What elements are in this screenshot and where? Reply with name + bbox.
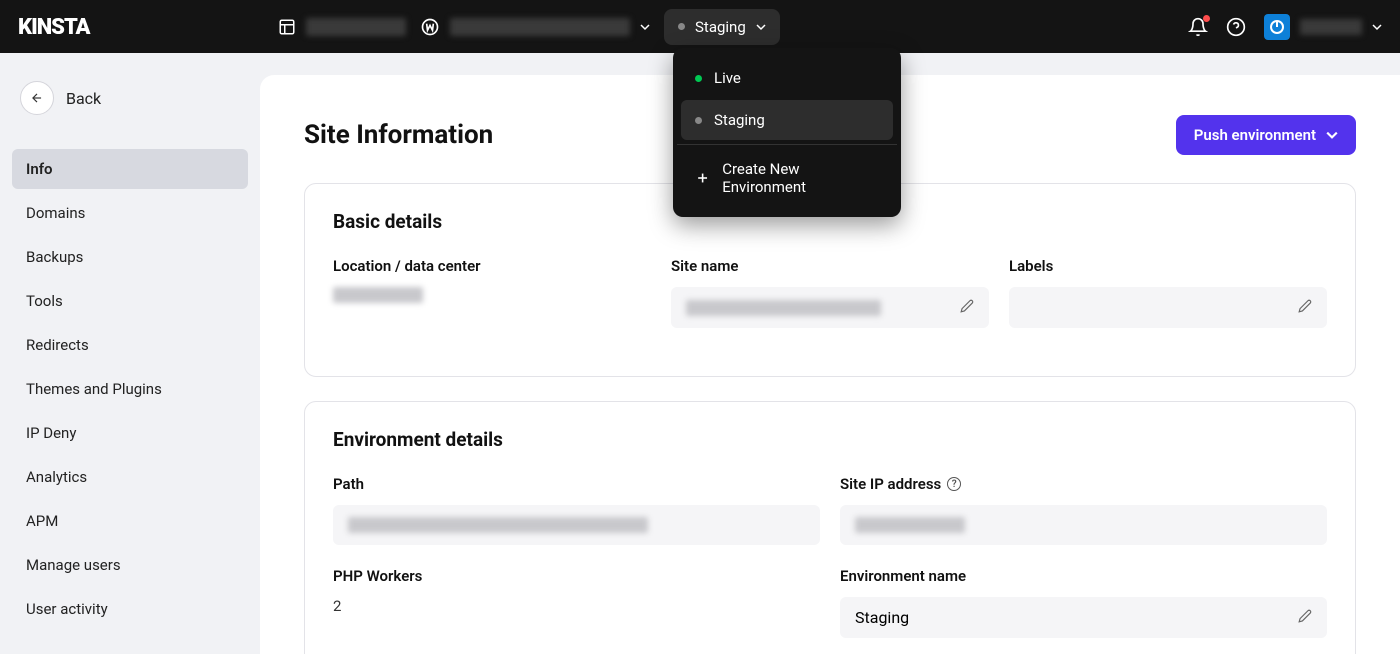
- environment-dropdown: Live Staging Create New Environment: [673, 48, 901, 217]
- env-option-create[interactable]: Create New Environment: [681, 149, 893, 207]
- notifications-icon[interactable]: [1188, 17, 1208, 37]
- arrow-left-icon: [30, 91, 44, 105]
- chevron-down-icon: [756, 22, 766, 32]
- push-environment-button[interactable]: Push environment: [1176, 115, 1356, 155]
- path-value-blur: [348, 517, 648, 533]
- envname-input[interactable]: Staging: [840, 597, 1327, 638]
- plus-icon: [695, 170, 710, 186]
- labels-input[interactable]: [1009, 287, 1327, 328]
- field-ip: Site IP address ?: [840, 475, 1327, 545]
- field-label: Site IP address ?: [840, 475, 1327, 493]
- field-label: Environment name: [840, 567, 1327, 585]
- env-option-label: Live: [714, 69, 741, 87]
- env-selector-label: Staging: [695, 18, 746, 36]
- sidebar-item-redirects[interactable]: Redirects: [12, 325, 248, 365]
- info-icon[interactable]: ?: [947, 477, 961, 491]
- field-sitename: Site name: [671, 257, 989, 328]
- field-label: Labels: [1009, 257, 1327, 275]
- chevron-down-icon: [1372, 22, 1382, 32]
- env-option-label: Staging: [714, 111, 765, 129]
- field-location: Location / data center: [333, 257, 651, 328]
- sidebar-item-tools[interactable]: Tools: [12, 281, 248, 321]
- kinsta-logo[interactable]: KINSTA: [18, 16, 108, 38]
- sidebar-item-apm[interactable]: APM: [12, 501, 248, 541]
- env-option-live[interactable]: Live: [681, 58, 893, 98]
- page-title: Site Information: [304, 120, 493, 150]
- sidebar-item-activity[interactable]: User activity: [12, 589, 248, 629]
- user-menu[interactable]: [1264, 14, 1382, 40]
- back-button[interactable]: [20, 81, 54, 115]
- card-title: Environment details: [333, 428, 1327, 451]
- field-labels: Labels: [1009, 257, 1327, 328]
- ip-value-box: [840, 505, 1327, 545]
- ip-value-blur: [855, 517, 965, 533]
- notification-dot: [1203, 15, 1210, 22]
- crumb-site[interactable]: [420, 17, 650, 37]
- sidebar-item-themes[interactable]: Themes and Plugins: [12, 369, 248, 409]
- status-dot-live-icon: [695, 75, 702, 82]
- envname-value: Staging: [855, 608, 909, 627]
- field-label: PHP Workers: [333, 567, 820, 585]
- back-row: Back: [12, 75, 248, 121]
- edit-icon[interactable]: [1298, 298, 1312, 317]
- field-path: Path: [333, 475, 820, 545]
- sidebar-item-users[interactable]: Manage users: [12, 545, 248, 585]
- field-phpworkers: PHP Workers 2: [333, 567, 820, 638]
- help-icon[interactable]: [1226, 17, 1246, 37]
- status-dot-icon: [695, 117, 702, 124]
- divider: [677, 144, 897, 145]
- phpworkers-value: 2: [333, 597, 820, 615]
- crumb-blur: [306, 18, 406, 36]
- topbar-right: [1188, 14, 1382, 40]
- svg-text:KINSTA: KINSTA: [18, 16, 92, 38]
- push-button-label: Push environment: [1194, 126, 1316, 144]
- sitename-value-blur: [686, 300, 881, 316]
- back-label: Back: [66, 89, 101, 108]
- edit-icon[interactable]: [960, 298, 974, 317]
- path-value-box: [333, 505, 820, 545]
- field-label: Site name: [671, 257, 989, 275]
- breadcrumb: Staging: [278, 9, 780, 45]
- chevron-down-icon: [1326, 129, 1338, 141]
- chevron-down-icon: [640, 22, 650, 32]
- field-label: Location / data center: [333, 257, 651, 275]
- user-name-blur: [1300, 19, 1362, 35]
- crumb-blur: [450, 18, 630, 36]
- sidebar-item-backups[interactable]: Backups: [12, 237, 248, 277]
- env-option-label: Create New Environment: [722, 160, 879, 196]
- sidebar-item-ipdeny[interactable]: IP Deny: [12, 413, 248, 453]
- sitename-input[interactable]: [671, 287, 989, 328]
- sidebar-item-info[interactable]: Info: [12, 149, 248, 189]
- location-value-blur: [333, 287, 423, 303]
- environment-selector[interactable]: Staging: [664, 9, 780, 45]
- field-envname: Environment name Staging: [840, 567, 1327, 638]
- env-option-staging[interactable]: Staging: [681, 100, 893, 140]
- sidebar-item-analytics[interactable]: Analytics: [12, 457, 248, 497]
- status-dot-icon: [678, 23, 685, 30]
- field-label: Path: [333, 475, 820, 493]
- edit-icon[interactable]: [1298, 608, 1312, 627]
- crumb-company[interactable]: [278, 18, 406, 36]
- avatar: [1264, 14, 1290, 40]
- topbar: KINSTA Staging: [0, 0, 1400, 53]
- environment-details-card: Environment details Path Site IP address…: [304, 401, 1356, 654]
- sidebar: Back Info Domains Backups Tools Redirect…: [0, 53, 260, 654]
- sidebar-item-domains[interactable]: Domains: [12, 193, 248, 233]
